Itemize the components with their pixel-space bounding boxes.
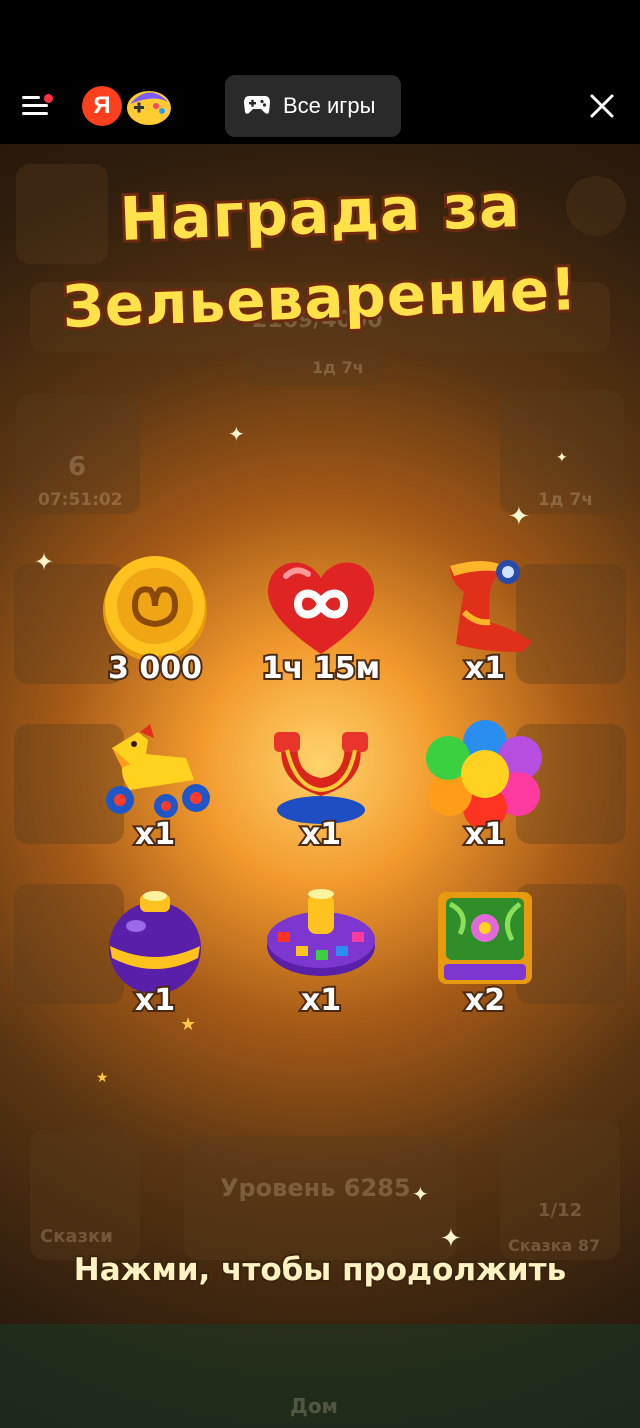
event-level-badge: 6 (68, 452, 87, 482)
sparkle-icon: ✦ (412, 1182, 429, 1206)
level-button-text: Уровень 6285 (220, 1174, 411, 1202)
all-games-button[interactable]: Все игры (225, 75, 401, 137)
menu-icon[interactable] (22, 94, 53, 118)
close-icon[interactable] (588, 92, 616, 120)
stories-tile-text: Сказки (40, 1226, 113, 1247)
reward-rocking-horse: x1 (90, 718, 220, 854)
stories-tile: Сказки (30, 1130, 140, 1260)
reward-qty: 1ч 15м (260, 649, 382, 688)
reward-qty: x1 (463, 649, 507, 688)
reward-coins: 3 000 (90, 552, 220, 688)
sparkle-icon: ✦ (508, 502, 530, 532)
reward-rainbow-flower: x1 (420, 718, 550, 854)
gamepad-icon (244, 96, 270, 114)
reward-qty: x1 (299, 981, 343, 1020)
rocking-horse-icon (106, 724, 210, 818)
slingshot-icon (274, 732, 368, 824)
all-games-label: Все игры (283, 93, 376, 118)
event-right-timer: 1д 7ч (538, 490, 593, 510)
yandex-logo[interactable]: Я (82, 86, 122, 126)
reward-qty: 3 000 (106, 649, 204, 688)
purple-bomb-icon (109, 891, 201, 994)
infinite-heart-icon (267, 562, 375, 654)
reward-slingshot: x1 (256, 718, 386, 854)
story-tile: 1/12 Сказка 87 (500, 1120, 620, 1260)
event-timer: 1д 7ч (244, 350, 384, 386)
browser-top-bar: Я Все игры (0, 0, 640, 144)
sparkle-icon: ✦ (228, 422, 245, 446)
notification-dot (44, 94, 53, 103)
reward-qty: x1 (133, 981, 177, 1020)
event-timer-text: 1д 7ч (312, 358, 364, 377)
home-tab-label: Дом (290, 1394, 338, 1418)
event-left-tile: 6 07:51:02 (16, 394, 140, 514)
reward-qty: x2 (463, 981, 507, 1020)
reward-boot: x1 (420, 552, 550, 688)
reward-flower-box: x2 (420, 884, 550, 1020)
yandex-games-logo[interactable] (124, 84, 174, 128)
coin-icon (103, 556, 207, 662)
bottom-nav: Дом (0, 1324, 640, 1428)
game-canvas[interactable]: 2169/4000 1д 7ч 6 07:51:02 1д 7ч Уровень… (0, 144, 640, 1428)
boot-icon (450, 560, 532, 652)
reward-qty: x1 (463, 815, 507, 854)
story-progress-text: 1/12 (538, 1200, 583, 1221)
tap-to-continue-text[interactable]: Нажми, чтобы продолжить (0, 1250, 640, 1290)
reward-qty: x1 (299, 815, 343, 854)
rainbow-flower-icon (426, 720, 542, 828)
sparkle-icon: ★ (96, 1070, 109, 1086)
reward-spinning-top: x1 (256, 884, 386, 1020)
sparkle-icon: ✦ (34, 548, 55, 576)
reward-purple-bomb: x1 (90, 884, 220, 1020)
reward-infinite-lives: 1ч 15м (256, 552, 386, 688)
sparkle-icon: ✦ (556, 450, 568, 466)
flower-box-icon (438, 892, 532, 984)
sparkle-icon: ✦ (440, 1224, 462, 1254)
event-left-timer: 07:51:02 (38, 490, 123, 510)
spinning-top-icon (267, 889, 375, 976)
reward-qty: x1 (133, 815, 177, 854)
